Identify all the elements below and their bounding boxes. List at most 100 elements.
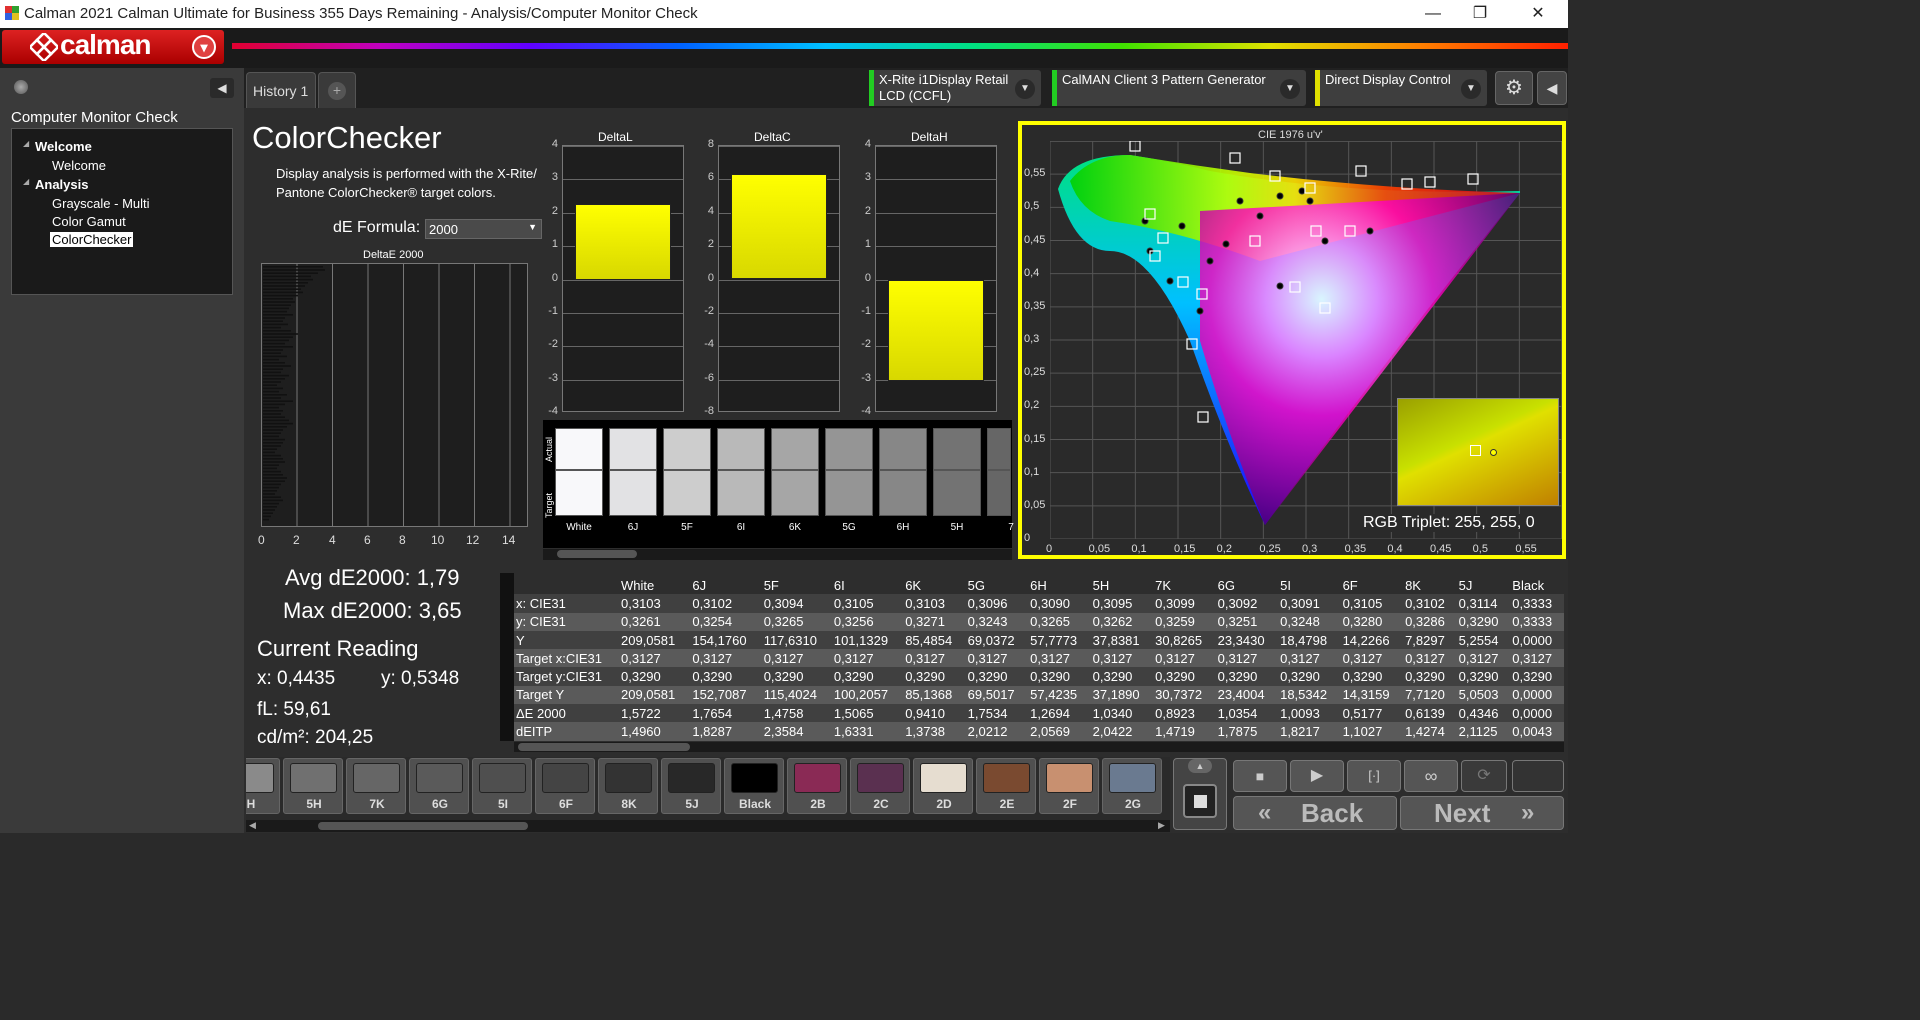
tree-item-analysis-group[interactable]: Analysis — [35, 177, 88, 192]
patch-button[interactable]: 5I — [472, 758, 532, 814]
swatch-scrollbar-thumb[interactable] — [557, 550, 637, 558]
calman-window: { "window": { "title": "Calman 2021 Calm… — [0, 0, 1568, 833]
deltae-bar — [263, 483, 281, 486]
swatch-scrollbar-track[interactable] — [543, 549, 1012, 560]
table-cell: 0,3280 — [1340, 612, 1404, 631]
chevron-down-icon[interactable]: ▾ — [192, 35, 216, 59]
patch-color — [1109, 763, 1156, 793]
table-cell: 2,0569 — [1028, 722, 1091, 741]
play-button[interactable]: ▶ — [1290, 760, 1344, 792]
deltae-bar — [263, 406, 279, 409]
y-tick: -4 — [861, 405, 871, 417]
y-tick: 6 — [707, 171, 714, 184]
scroll-right-icon[interactable]: ▶ — [1158, 820, 1165, 831]
cie-zoom-inset — [1397, 398, 1559, 506]
table-cell: 0,3127 — [690, 649, 762, 668]
bottom-scrollbar-thumb[interactable] — [318, 822, 528, 830]
table-cell: 2,0422 — [1090, 722, 1154, 741]
scroll-left-icon[interactable]: ◀ — [249, 820, 256, 831]
calman-logo-menu[interactable]: calman ▾ — [2, 29, 224, 64]
minimize-button[interactable]: — — [1410, 0, 1456, 28]
deltae-bar — [263, 419, 289, 422]
next-button[interactable]: Next » — [1400, 796, 1564, 830]
tree-item-welcome[interactable]: Welcome — [52, 158, 106, 173]
x-tick: 10 — [431, 533, 445, 547]
column-header: 5G — [965, 576, 1029, 595]
deltae-bar — [263, 451, 275, 454]
y-tick: 0,3 — [1024, 333, 1040, 345]
patch-button[interactable]: H — [246, 758, 280, 814]
tab-history-1[interactable]: History 1 — [246, 72, 316, 108]
continuous-button[interactable]: ∞ — [1404, 760, 1458, 792]
table-cell: 0,4346 — [1456, 704, 1511, 723]
expand-icon[interactable]: ◢ — [23, 177, 29, 186]
workflow-title: Computer Monitor Check — [11, 109, 178, 126]
display-control-selector[interactable]: Direct Display Control ▼ — [1315, 70, 1487, 106]
table-cell: 5,2554 — [1456, 630, 1511, 650]
chevron-down-icon[interactable]: ▼ — [1461, 79, 1481, 99]
read-series-button[interactable]: [·] — [1347, 760, 1401, 792]
expand-icon[interactable]: ◢ — [23, 139, 29, 148]
close-button[interactable]: ✕ — [1515, 0, 1561, 28]
y-tick: -1 — [548, 304, 558, 317]
de-formula-label: dE Formula: — [333, 219, 421, 236]
refresh-button[interactable]: ⟳ — [1461, 760, 1507, 792]
table-row: Target x:CIE31 0,3127 0,3127 0,3127 0,3127 0,… — [514, 649, 1564, 668]
deltae-bar — [263, 272, 318, 274]
chevron-down-icon[interactable]: ▼ — [1015, 79, 1035, 99]
deltae-bar — [263, 378, 285, 380]
deltae-bar — [263, 314, 293, 316]
patch-button[interactable]: 2C — [850, 758, 910, 814]
collapse-panel-button[interactable]: ◀ — [210, 78, 234, 98]
actual-swatch — [717, 428, 765, 470]
patch-button[interactable]: 2E — [976, 758, 1036, 814]
patch-button[interactable]: 2F — [1039, 758, 1099, 814]
bottom-scrollbar[interactable]: ◀ ▶ — [246, 820, 1170, 832]
patch-button[interactable]: 2G — [1102, 758, 1162, 814]
chevron-down-icon[interactable]: ▼ — [1280, 79, 1300, 99]
tree-item-colorchecker[interactable]: ColorChecker — [50, 232, 134, 247]
patch-button[interactable]: Black — [724, 758, 784, 814]
table-cell: 1,4274 — [1403, 722, 1457, 741]
stop-square-button[interactable] — [1183, 784, 1217, 818]
stop-button[interactable]: ■ — [1233, 760, 1287, 792]
table-cell: 0,3290 — [1090, 667, 1154, 686]
de-formula-select[interactable]: 2000 ▼ — [425, 219, 542, 239]
table-cell: 0,0000 — [1510, 704, 1564, 723]
y-tick: -2 — [861, 338, 871, 351]
patch-button[interactable]: 2B — [787, 758, 847, 814]
tree-item-grayscale[interactable]: Grayscale - Multi — [52, 196, 150, 211]
table-scrollbar[interactable] — [514, 742, 1564, 752]
patch-button[interactable]: 6G — [409, 758, 469, 814]
add-tab-button[interactable]: + — [318, 72, 356, 108]
table-cell: 0,3103 — [903, 594, 966, 613]
patch-button[interactable]: 2D — [913, 758, 973, 814]
y-tick: 0,4 — [1024, 266, 1040, 279]
gear-icon[interactable]: ⚙ — [1495, 71, 1533, 105]
y-tick: 2 — [864, 204, 871, 217]
patch-button[interactable]: 7K — [346, 758, 406, 814]
chevron-up-icon[interactable]: ▲ — [1188, 759, 1212, 773]
back-button[interactable]: « Back — [1233, 796, 1397, 830]
maximize-button[interactable]: ❐ — [1457, 0, 1503, 28]
panel-pin-icon[interactable] — [14, 80, 28, 94]
table-cell: 0,3243 — [965, 612, 1029, 631]
patch-button[interactable]: 8K — [598, 758, 658, 814]
tree-item-color-gamut[interactable]: Color Gamut — [52, 214, 126, 229]
generator-name: CalMAN Client 3 Pattern Generator — [1062, 72, 1266, 87]
table-cell: 37,1890 — [1090, 685, 1154, 705]
patch-button[interactable]: 6F — [535, 758, 595, 814]
tree-item-welcome-group[interactable]: Welcome — [35, 139, 92, 154]
pattern-generator-selector[interactable]: CalMAN Client 3 Pattern Generator ▼ — [1052, 70, 1306, 106]
meter-selector[interactable]: X-Rite i1Display Retail LCD (CCFL) ▼ — [869, 70, 1041, 106]
deltae-bar — [263, 362, 285, 364]
table-scrollbar-thumb[interactable] — [518, 743, 690, 751]
back-label: Back — [1301, 798, 1364, 828]
table-cell: 0,3127 — [1278, 649, 1341, 668]
patch-button[interactable]: 5H — [283, 758, 343, 814]
patch-button[interactable]: 5J — [661, 758, 721, 814]
patch-color — [353, 763, 400, 793]
patch-label: 5I — [497, 797, 508, 811]
collapse-right-button[interactable]: ◀ — [1537, 71, 1567, 105]
table-cell: 0,3248 — [1278, 612, 1341, 631]
